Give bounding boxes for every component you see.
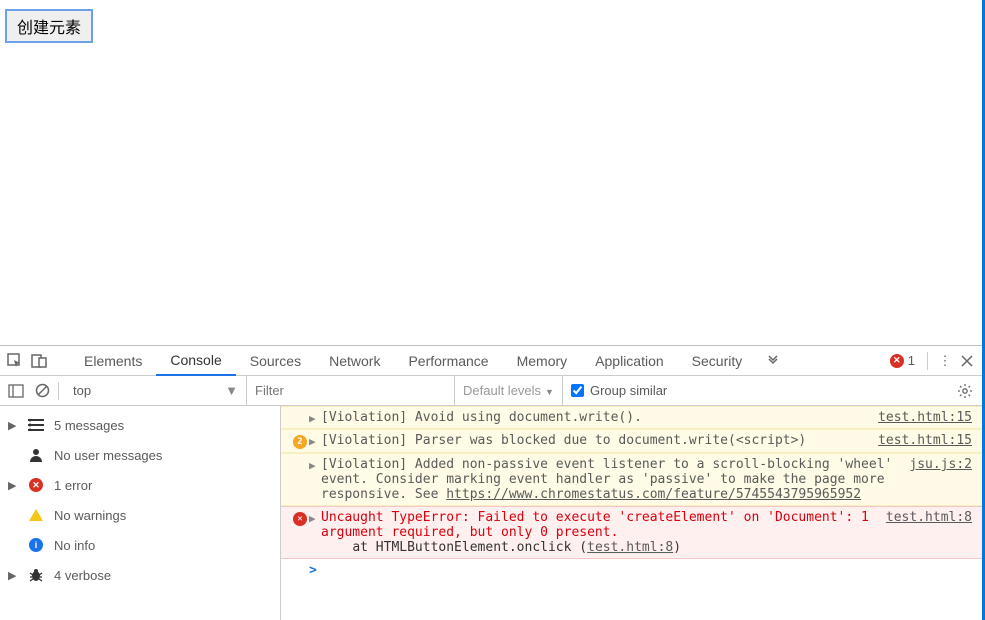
sidebar-item-info[interactable]: i No info: [0, 530, 280, 560]
kebab-menu-icon[interactable]: ⋮: [934, 350, 956, 372]
inline-link[interactable]: https://www.chromestatus.com/feature/574…: [446, 487, 861, 502]
source-link[interactable]: test.html:8: [886, 510, 972, 525]
group-similar-label: Group similar: [590, 383, 667, 398]
sidebar-label: No user messages: [54, 448, 162, 463]
tab-application[interactable]: Application: [581, 346, 678, 375]
console-toolbar: top ▼ Default levels Group similar: [0, 376, 982, 406]
inspect-element-icon[interactable]: [4, 350, 26, 372]
sidebar-label: 5 messages: [54, 418, 124, 433]
levels-label: Default levels: [463, 383, 541, 398]
message-text: [Violation] Added non-passive event list…: [321, 457, 901, 502]
source-link[interactable]: jsu.js:2: [909, 457, 972, 472]
sidebar-item-verbose[interactable]: ▶ 4 verbose: [0, 560, 280, 590]
tab-sources[interactable]: Sources: [236, 346, 315, 375]
context-value: top: [73, 383, 91, 398]
expand-icon: ▶: [8, 419, 18, 432]
repeat-badge: 2: [293, 435, 307, 449]
devtools-panel: Elements Console Sources Network Perform…: [0, 345, 982, 620]
console-messages[interactable]: ▶ [Violation] Avoid using document.write…: [281, 406, 982, 620]
expand-icon: ▶: [309, 410, 321, 425]
context-dropdown[interactable]: top ▼: [65, 376, 247, 405]
console-sidebar: ▶ 5 messages No user messages ▶ ✕ 1 erro…: [0, 406, 281, 620]
caret-down-icon: ▼: [225, 383, 238, 398]
messages-icon: [28, 419, 44, 431]
page-viewport: 创建元素: [0, 0, 982, 345]
sidebar-item-warnings[interactable]: No warnings: [0, 500, 280, 530]
warning-icon: [28, 509, 44, 521]
console-message[interactable]: ▶ [Violation] Added non-passive event li…: [281, 453, 982, 506]
toggle-sidebar-icon[interactable]: [4, 379, 28, 403]
expand-icon: ▶: [309, 457, 321, 472]
console-prompt[interactable]: >: [281, 559, 982, 582]
tab-security[interactable]: Security: [678, 346, 757, 375]
stack-link[interactable]: test.html:8: [587, 540, 673, 555]
sidebar-label: No warnings: [54, 508, 126, 523]
sidebar-item-user-messages[interactable]: No user messages: [0, 440, 280, 470]
error-count: 1: [908, 353, 915, 368]
device-toolbar-icon[interactable]: [28, 350, 50, 372]
sidebar-label: 1 error: [54, 478, 92, 493]
source-link[interactable]: test.html:15: [878, 433, 972, 448]
expand-icon: ▶: [309, 510, 321, 525]
devtools-tabs-bar: Elements Console Sources Network Perform…: [0, 346, 982, 376]
more-tabs-icon[interactable]: [762, 350, 784, 372]
filter-wrap: [247, 376, 455, 405]
caret-down-icon: [541, 383, 554, 398]
error-count-badge[interactable]: ✕ 1: [890, 353, 915, 368]
bug-icon: [28, 567, 44, 583]
tab-network[interactable]: Network: [315, 346, 394, 375]
console-body: ▶ 5 messages No user messages ▶ ✕ 1 erro…: [0, 406, 982, 620]
clear-console-icon[interactable]: [30, 379, 54, 403]
console-message[interactable]: 2 ▶ [Violation] Parser was blocked due t…: [281, 429, 982, 453]
expand-icon: ▶: [8, 569, 18, 582]
sidebar-label: 4 verbose: [54, 568, 111, 583]
console-settings-icon[interactable]: [952, 383, 978, 399]
expand-icon: ▶: [8, 479, 18, 492]
separator: [58, 382, 59, 400]
close-devtools-icon[interactable]: [956, 350, 978, 372]
create-element-button[interactable]: 创建元素: [6, 10, 92, 42]
expand-icon: ▶: [309, 433, 321, 448]
tab-console[interactable]: Console: [156, 346, 235, 376]
tabs: Elements Console Sources Network Perform…: [70, 346, 756, 375]
error-icon: ✕: [28, 478, 44, 492]
message-text: [Violation] Avoid using document.write()…: [321, 410, 870, 425]
tab-memory[interactable]: Memory: [503, 346, 582, 375]
separator: [927, 352, 928, 370]
filter-input[interactable]: [255, 383, 446, 398]
sidebar-label: No info: [54, 538, 95, 553]
log-levels-dropdown[interactable]: Default levels: [455, 376, 563, 405]
info-icon: i: [28, 538, 44, 552]
group-similar-checkbox[interactable]: [571, 384, 584, 397]
error-icon: ✕: [293, 512, 307, 526]
message-text: Uncaught TypeError: Failed to execute 'c…: [321, 510, 878, 555]
sidebar-item-messages[interactable]: ▶ 5 messages: [0, 410, 280, 440]
error-icon: ✕: [890, 354, 904, 368]
group-similar: Group similar: [563, 383, 675, 398]
prompt-chevron-icon: >: [309, 563, 317, 578]
console-message[interactable]: ▶ [Violation] Avoid using document.write…: [281, 406, 982, 429]
source-link[interactable]: test.html:15: [878, 410, 972, 425]
tab-performance[interactable]: Performance: [394, 346, 502, 375]
user-icon: [28, 447, 44, 463]
tab-elements[interactable]: Elements: [70, 346, 156, 375]
sidebar-item-errors[interactable]: ▶ ✕ 1 error: [0, 470, 280, 500]
console-message-error[interactable]: ✕ ▶ Uncaught TypeError: Failed to execut…: [281, 506, 982, 559]
message-text: [Violation] Parser was blocked due to do…: [321, 433, 870, 448]
